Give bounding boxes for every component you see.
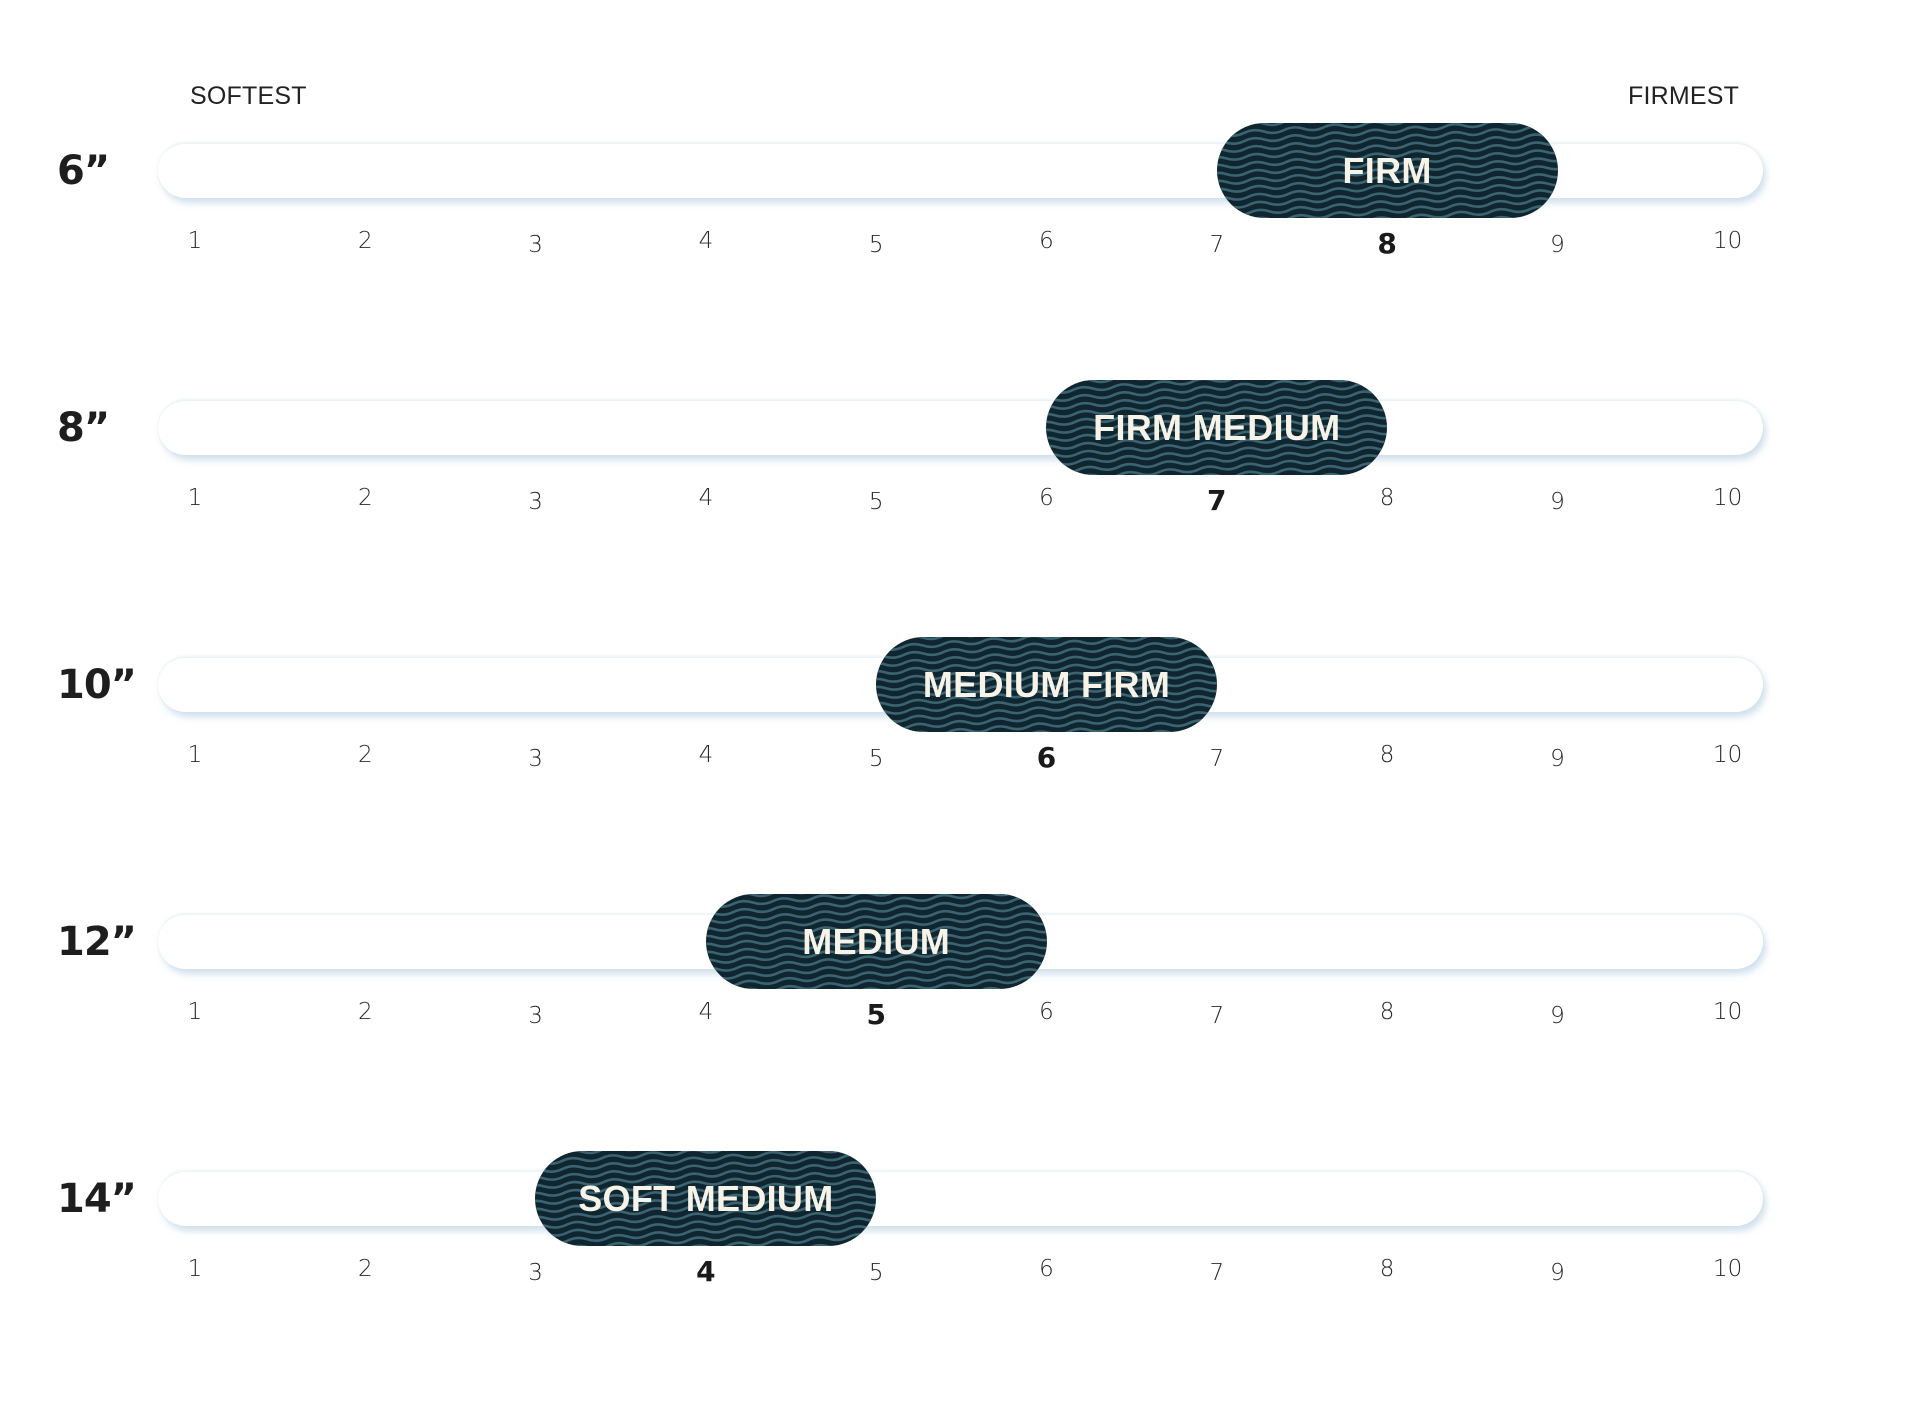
tick-label-active: 5 <box>866 998 886 1031</box>
firmness-indicator-pill[interactable]: FIRM MEDIUM <box>1046 380 1388 475</box>
tick-label: 1 <box>187 1256 203 1282</box>
tick-label-active: 8 <box>1377 227 1397 260</box>
tick-label: 9 <box>1550 489 1565 515</box>
tick-label: 8 <box>1379 1256 1395 1282</box>
firmness-track <box>158 400 1763 455</box>
tick-label: 7 <box>1209 746 1225 772</box>
tick-label: 8 <box>1379 999 1395 1025</box>
tick-label: 7 <box>1209 1260 1225 1286</box>
tick-label: 9 <box>1550 1260 1565 1286</box>
tick-label: 6 <box>1039 228 1054 254</box>
firmness-rating-label: FIRM MEDIUM <box>1093 406 1341 448</box>
tick-label: 9 <box>1550 746 1565 772</box>
tick-label: 5 <box>868 489 884 515</box>
mattress-size-label: 14” <box>57 1176 137 1222</box>
tick-label: 8 <box>1379 485 1395 511</box>
tick-label: 10 <box>1713 1256 1743 1282</box>
tick-label: 9 <box>1550 1003 1565 1029</box>
firmness-indicator-pill[interactable]: MEDIUM <box>705 894 1047 989</box>
tick-label: 4 <box>698 485 714 511</box>
mattress-size-label: 8” <box>57 405 110 451</box>
tick-label: 2 <box>357 1256 373 1282</box>
tick-label: 3 <box>528 746 543 772</box>
mattress-size-label: 6” <box>57 148 110 194</box>
tick-label: 9 <box>1550 232 1565 258</box>
tick-label: 10 <box>1713 485 1743 511</box>
tick-label: 1 <box>187 999 203 1025</box>
firmest-label: FIRMEST <box>1628 82 1740 110</box>
tick-label: 3 <box>528 489 543 515</box>
tick-label: 1 <box>187 742 203 768</box>
tick-label: 2 <box>357 742 373 768</box>
tick-label: 1 <box>187 485 203 511</box>
tick-label: 4 <box>698 999 714 1025</box>
firmness-rating-label: MEDIUM <box>802 920 951 962</box>
firmness-row: 8” FIRM MEDIUM 1 2 3 4 5 6 7 8 9 10 <box>0 380 1921 637</box>
firmness-indicator-pill[interactable]: FIRM <box>1216 123 1558 218</box>
firmness-rating-label: MEDIUM FIRM <box>922 663 1171 705</box>
tick-label: 10 <box>1713 228 1743 254</box>
firmness-row: 12” MEDIUM 1 2 3 4 5 6 7 8 9 10 <box>0 894 1921 1151</box>
softest-label: SOFTEST <box>190 82 307 110</box>
tick-label: 3 <box>528 1003 543 1029</box>
tick-label: 5 <box>868 1260 884 1286</box>
tick-label-active: 4 <box>696 1255 716 1288</box>
tick-label: 10 <box>1713 999 1743 1025</box>
tick-label: 5 <box>868 232 884 258</box>
tick-label: 6 <box>1039 1256 1054 1282</box>
tick-label: 10 <box>1713 742 1743 768</box>
mattress-size-label: 12” <box>57 919 137 965</box>
tick-label: 7 <box>1209 1003 1225 1029</box>
tick-label: 1 <box>187 228 203 254</box>
tick-label: 2 <box>357 485 373 511</box>
tick-label: 6 <box>1039 485 1054 511</box>
tick-label: 3 <box>528 1260 543 1286</box>
mattress-size-label: 10” <box>57 662 137 708</box>
tick-label: 2 <box>357 228 373 254</box>
firmness-track <box>158 1171 1763 1226</box>
firmness-indicator-pill[interactable]: MEDIUM FIRM <box>876 637 1217 732</box>
firmness-row: 10” MEDIUM FIRM 1 2 3 4 5 6 7 8 9 10 <box>0 637 1921 894</box>
firmness-rating-label: FIRM <box>1342 149 1432 191</box>
firmness-row: 14” SOFT MEDIUM 1 2 3 4 5 6 7 8 9 10 <box>0 1151 1921 1408</box>
tick-label: 7 <box>1209 232 1225 258</box>
tick-label: 2 <box>357 999 373 1025</box>
tick-label: 8 <box>1379 742 1395 768</box>
tick-label: 4 <box>698 742 714 768</box>
tick-label: 3 <box>528 232 543 258</box>
tick-label: 6 <box>1039 999 1054 1025</box>
tick-label: 4 <box>698 228 714 254</box>
tick-label-active: 6 <box>1036 741 1057 774</box>
tick-label-active: 7 <box>1207 484 1227 517</box>
firmness-rating-label: SOFT MEDIUM <box>578 1177 834 1219</box>
firmness-row: 6” FIRM 1 2 3 4 5 6 7 8 9 10 <box>0 123 1921 380</box>
firmness-indicator-pill[interactable]: SOFT MEDIUM <box>535 1151 877 1246</box>
tick-label: 5 <box>868 746 884 772</box>
